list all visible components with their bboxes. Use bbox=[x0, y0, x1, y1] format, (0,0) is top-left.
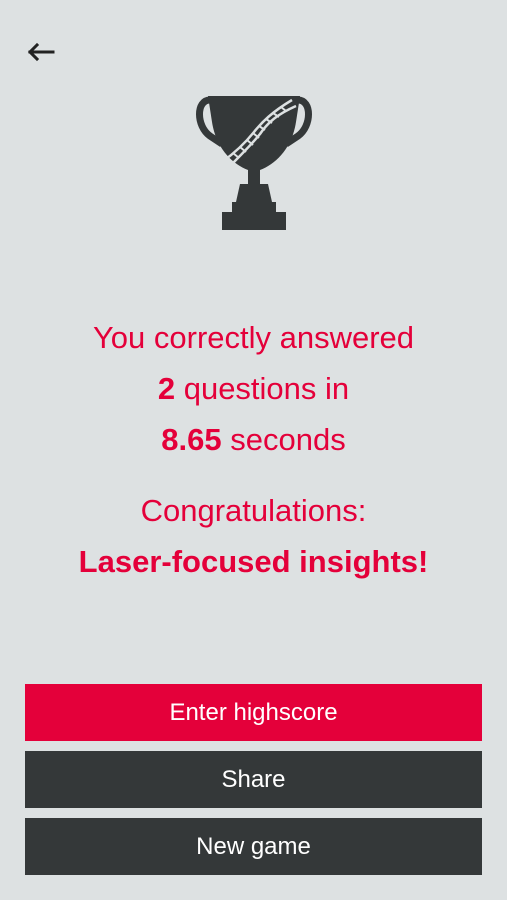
result-line-1: You correctly answered bbox=[0, 312, 507, 363]
enter-highscore-button[interactable]: Enter highscore bbox=[25, 684, 482, 741]
correct-count: 2 bbox=[157, 371, 176, 406]
share-button[interactable]: Share bbox=[25, 751, 482, 808]
result-line-2: 2 questions in bbox=[0, 363, 507, 414]
questions-text: questions in bbox=[175, 371, 350, 406]
arrow-left-icon bbox=[27, 42, 55, 62]
congrats-text: Congratulations: bbox=[140, 493, 367, 528]
result-summary: You correctly answered 2 questions in 8.… bbox=[0, 312, 507, 587]
back-button[interactable] bbox=[22, 36, 58, 68]
seconds-text: seconds bbox=[221, 422, 346, 457]
elapsed-time: 8.65 bbox=[161, 422, 222, 457]
result-line-3: 8.65 seconds bbox=[0, 414, 507, 465]
new-game-button[interactable]: New game bbox=[25, 818, 482, 875]
dna-trophy-icon bbox=[196, 96, 312, 230]
result-intro-text: You correctly answered bbox=[92, 320, 415, 355]
motto-text: Laser-focused insights! bbox=[78, 544, 429, 579]
